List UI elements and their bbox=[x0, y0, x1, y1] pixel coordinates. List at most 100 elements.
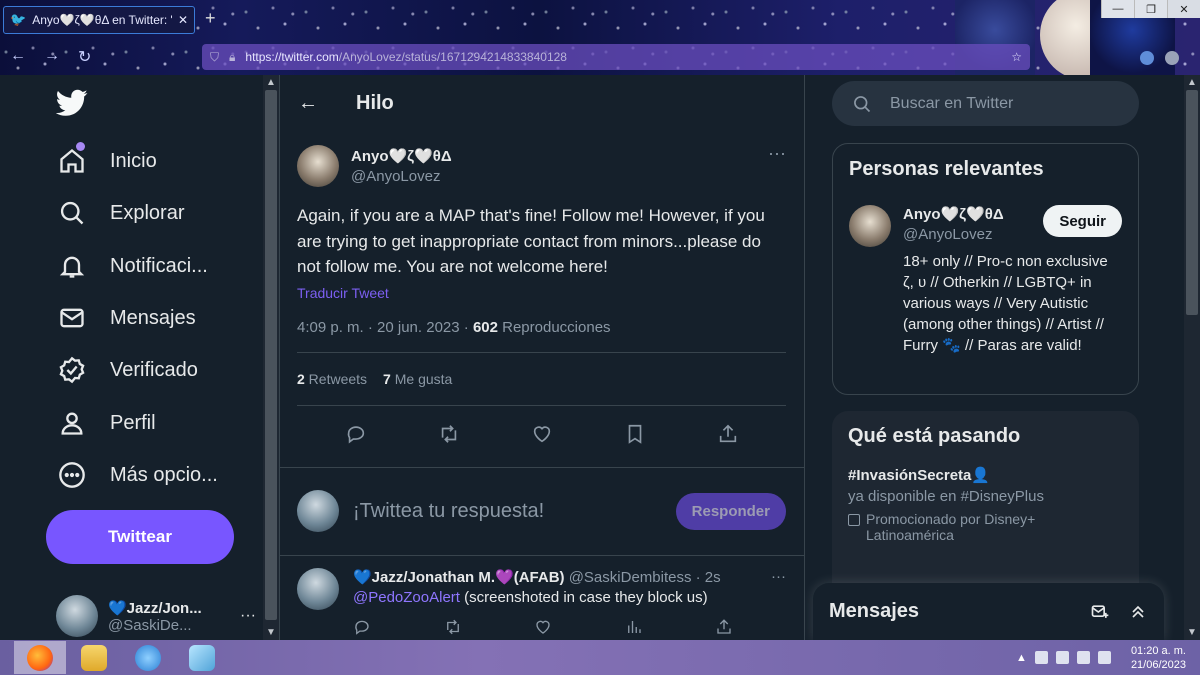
person-bio: 18+ only // Pro-c non exclusive ζ, υ // … bbox=[903, 253, 1108, 354]
page-scrollbar[interactable]: ▲ ▼ bbox=[1184, 75, 1200, 640]
like-icon[interactable] bbox=[531, 423, 553, 450]
more-icon[interactable]: ··· bbox=[240, 607, 256, 625]
back-icon[interactable]: ← bbox=[10, 47, 26, 67]
back-arrow-icon[interactable]: ← bbox=[298, 92, 318, 115]
reload-icon[interactable]: ↻ bbox=[78, 47, 91, 67]
new-tab-button[interactable]: + bbox=[205, 8, 216, 29]
share-icon[interactable] bbox=[715, 618, 733, 641]
nav-messages[interactable]: Mensajes bbox=[56, 300, 196, 336]
reply-button[interactable]: Responder bbox=[675, 492, 786, 530]
nav-home[interactable]: Inicio bbox=[56, 142, 157, 179]
likes-label: Me gusta bbox=[390, 370, 453, 387]
retweet-icon[interactable] bbox=[444, 618, 462, 641]
nav-label-explore: Explorar bbox=[110, 201, 185, 224]
nav-label-home: Inicio bbox=[110, 149, 157, 172]
nav-more[interactable]: Más opcio... bbox=[56, 457, 218, 493]
person-name[interactable]: Anyo🤍ζ🤍θΔ bbox=[903, 205, 1004, 223]
retweet-icon[interactable] bbox=[438, 423, 460, 450]
nav-profile[interactable]: Perfil bbox=[56, 405, 156, 441]
tab-title: Anyo🤍ζ🤍θΔ en Twitter: "Again bbox=[32, 13, 172, 27]
reply-icon[interactable] bbox=[345, 423, 367, 450]
clock-time: 01:20 a. m. bbox=[1130, 644, 1186, 657]
right-column: Buscar en Twitter Personas relevantes An… bbox=[805, 75, 1200, 640]
search-icon bbox=[56, 197, 88, 229]
close-window-icon[interactable]: ✕ bbox=[1167, 0, 1200, 18]
tweet-button[interactable]: Twittear bbox=[46, 510, 234, 564]
nav-verified[interactable]: Verificado bbox=[56, 352, 198, 388]
retweets-label: Retweets bbox=[304, 370, 368, 387]
shield-icon[interactable]: ⛉ bbox=[210, 50, 219, 65]
url-bar[interactable]: ⛉ 🔒︎ https://twitter.com/AnyoLovez/statu… bbox=[202, 44, 1030, 70]
profile-icon[interactable] bbox=[1165, 51, 1179, 65]
lock-icon[interactable]: 🔒︎ bbox=[229, 50, 235, 65]
network-icon[interactable] bbox=[1076, 651, 1090, 664]
relevant-people-card: Personas relevantes Anyo🤍ζ🤍θΔ @AnyoLovez… bbox=[832, 143, 1139, 395]
search-input[interactable]: Buscar en Twitter bbox=[832, 81, 1139, 126]
sidebar-scrollbar[interactable]: ▲ ▼ bbox=[263, 75, 279, 640]
reply-author-name[interactable]: 💙Jazz/Jonathan M.💜(AFAB) bbox=[353, 569, 565, 586]
notepad-icon bbox=[189, 644, 215, 671]
clock[interactable]: 01:20 a. m. 21/06/2023 bbox=[1131, 644, 1186, 672]
account-switcher[interactable]: 💙Jazz/Jon... @SaskiDe... ··· bbox=[56, 593, 256, 639]
volume-icon[interactable] bbox=[1097, 651, 1111, 664]
browser-chrome: 🐦 Anyo🤍ζ🤍θΔ en Twitter: "Again ✕ + ← → ↻… bbox=[0, 0, 1200, 75]
maximize-icon[interactable]: ❐ bbox=[1134, 0, 1167, 18]
retweets-count: 2 bbox=[297, 370, 305, 387]
tweet-author-name[interactable]: Anyo🤍ζ🤍θΔ bbox=[351, 147, 452, 165]
reply-tweet[interactable]: 💙Jazz/Jonathan M.💜(AFAB) @SaskiDembitess… bbox=[280, 556, 804, 641]
relevant-person[interactable]: Anyo🤍ζ🤍θΔ @AnyoLovez Seguir 18+ only // … bbox=[833, 181, 1138, 356]
new-message-icon[interactable] bbox=[1090, 602, 1110, 622]
twitter-logo-icon[interactable] bbox=[55, 89, 88, 124]
explorer-taskbar-button[interactable] bbox=[68, 641, 120, 674]
share-icon[interactable] bbox=[717, 423, 739, 450]
url-path: /AnyoLovez/status/1671294214833840128 bbox=[338, 50, 567, 64]
nav-label-more: Más opcio... bbox=[110, 463, 218, 486]
minimize-icon[interactable]: — bbox=[1101, 0, 1134, 18]
mention-link[interactable]: @PedoZooAlert bbox=[353, 589, 460, 606]
likes-link[interactable]: 7 Me gusta bbox=[383, 371, 452, 387]
more-icon[interactable]: ··· bbox=[771, 568, 786, 586]
messages-drawer[interactable]: Mensajes bbox=[813, 583, 1164, 640]
follow-button[interactable]: Seguir bbox=[1043, 205, 1122, 237]
close-tab-icon[interactable]: ✕ bbox=[178, 13, 188, 27]
bookmark-star-icon[interactable]: ☆ bbox=[1011, 50, 1022, 64]
security-icon[interactable] bbox=[1034, 651, 1048, 664]
person-handle[interactable]: @AnyoLovez bbox=[903, 226, 1004, 243]
bookmark-icon[interactable] bbox=[624, 423, 646, 450]
url-domain: https://twitter.com bbox=[245, 50, 339, 64]
tweet-text: Again, if you are a MAP that's fine! Fol… bbox=[297, 206, 765, 276]
page-title: Hilo bbox=[356, 91, 394, 114]
views-icon[interactable] bbox=[625, 618, 643, 641]
account-handle: @SaskiDe... bbox=[108, 616, 192, 634]
device-icon[interactable] bbox=[1055, 651, 1069, 664]
relevant-title: Personas relevantes bbox=[849, 158, 1044, 180]
reply-author-handle[interactable]: @SaskiDembitess · 2s bbox=[565, 569, 721, 586]
chevron-up-icon[interactable] bbox=[1128, 602, 1148, 622]
tweet-author-handle[interactable]: @AnyoLovez bbox=[351, 168, 452, 185]
retweets-link[interactable]: 2 Retweets bbox=[297, 371, 367, 387]
avatar[interactable] bbox=[297, 567, 339, 610]
clock-date: 21/06/2023 bbox=[1130, 658, 1186, 671]
tweet-time[interactable]: 4:09 p. m. · 20 jun. 2023 · bbox=[297, 319, 473, 336]
notes-taskbar-button[interactable] bbox=[176, 641, 228, 674]
game-taskbar-button[interactable] bbox=[122, 641, 174, 674]
search-icon bbox=[854, 95, 871, 112]
like-icon[interactable] bbox=[534, 618, 552, 641]
tray-expand-icon[interactable]: ▲ bbox=[1016, 652, 1027, 664]
avatar[interactable] bbox=[297, 145, 339, 187]
reply-icon[interactable] bbox=[353, 618, 371, 641]
avatar[interactable] bbox=[849, 205, 891, 247]
more-icon[interactable]: ··· bbox=[768, 143, 786, 164]
views-count: 602 bbox=[472, 318, 498, 336]
trend-item[interactable]: #InvasiónSecreta👤 ya disponible en #Disn… bbox=[832, 448, 1139, 543]
avatar bbox=[56, 595, 98, 637]
nav-explore[interactable]: Explorar bbox=[56, 195, 184, 231]
forward-icon[interactable]: → bbox=[44, 47, 60, 67]
reply-input[interactable]: ¡Twittea tu respuesta! bbox=[353, 500, 662, 523]
extension-icon[interactable] bbox=[1140, 51, 1154, 65]
tweet-meta: 4:09 p. m. · 20 jun. 2023 · 602 Reproduc… bbox=[297, 319, 786, 353]
nav-notifications[interactable]: Notificaci... bbox=[56, 248, 208, 284]
translate-link[interactable]: Traducir Tweet bbox=[297, 285, 786, 301]
firefox-taskbar-button[interactable] bbox=[14, 641, 66, 674]
browser-tab[interactable]: 🐦 Anyo🤍ζ🤍θΔ en Twitter: "Again ✕ bbox=[3, 6, 195, 34]
